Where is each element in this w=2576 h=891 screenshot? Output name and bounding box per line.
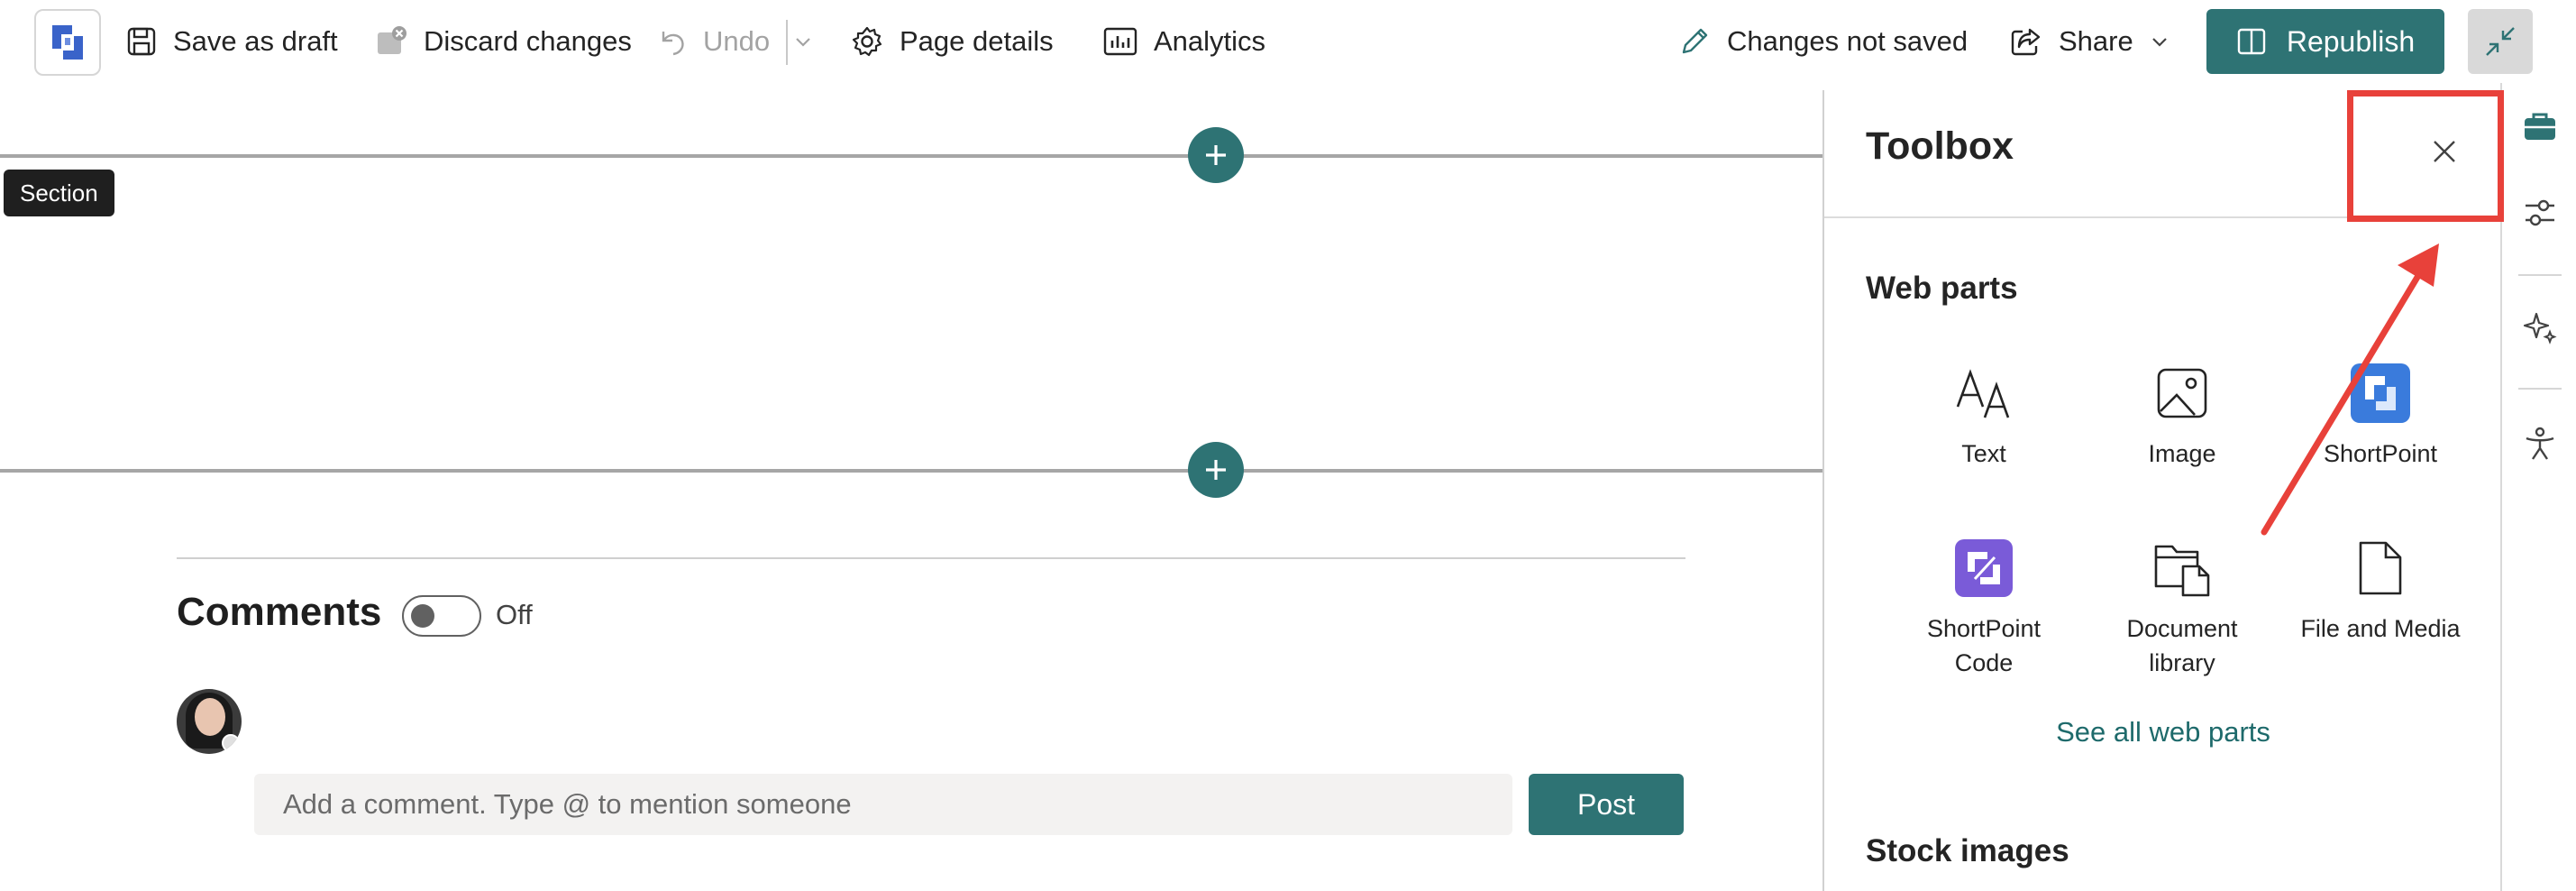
changes-status: Changes not saved xyxy=(1678,0,1968,83)
collapse-icon xyxy=(2486,27,2515,56)
annotation-highlight-box xyxy=(2347,90,2504,222)
add-section-button[interactable] xyxy=(1188,127,1244,183)
toolbox-title: Toolbox xyxy=(1866,124,2014,168)
rail-divider xyxy=(2518,388,2562,390)
page-details-label: Page details xyxy=(900,25,1054,57)
undo-dropdown-button[interactable] xyxy=(793,0,813,83)
analytics-button[interactable]: Analytics xyxy=(1103,0,1265,83)
republish-label: Republish xyxy=(2286,24,2416,58)
shortpoint-logo[interactable] xyxy=(34,9,101,76)
web-part-file-and-media[interactable]: File and Media xyxy=(2286,530,2475,646)
right-rail xyxy=(2500,83,2576,891)
changes-status-label: Changes not saved xyxy=(1727,25,1969,57)
page-canvas: Section xyxy=(0,83,1822,891)
presence-badge xyxy=(222,734,240,752)
rail-divider xyxy=(2518,274,2562,276)
web-part-label: Text xyxy=(1961,440,2006,467)
properties-tab[interactable] xyxy=(2502,195,2576,231)
file-icon xyxy=(2359,541,2402,595)
command-bar: Save as draft Discard changes Undo Page … xyxy=(0,0,2576,83)
plus-icon xyxy=(1206,460,1226,480)
analytics-label: Analytics xyxy=(1154,25,1266,57)
accessibility-tab[interactable] xyxy=(2502,426,2576,462)
share-icon xyxy=(2011,28,2041,56)
sparkle-icon xyxy=(2523,312,2557,344)
web-part-document-library[interactable]: Document library xyxy=(2087,530,2277,680)
post-button[interactable]: Post xyxy=(1529,774,1684,835)
discard-changes-button[interactable]: Discard changes xyxy=(375,0,632,83)
shortpoint-icon xyxy=(2351,363,2410,423)
discard-changes-label: Discard changes xyxy=(424,25,632,57)
accessibility-icon xyxy=(2526,427,2554,460)
pencil-icon xyxy=(1682,28,1708,54)
web-part-label: ShortPoint Code xyxy=(1926,615,2042,676)
collapse-button[interactable] xyxy=(2468,9,2533,74)
plus-icon xyxy=(1206,145,1226,165)
web-part-shortpoint-code[interactable]: ShortPoint Code xyxy=(1889,530,2078,680)
stock-images-heading: Stock images xyxy=(1866,833,2069,868)
section-divider xyxy=(0,469,1822,473)
comments-divider xyxy=(177,557,1685,559)
web-part-image[interactable]: Image xyxy=(2087,355,2277,471)
undo-button[interactable]: Undo xyxy=(656,0,770,83)
save-as-draft-button[interactable]: Save as draft xyxy=(126,0,338,83)
shortpoint-code-icon xyxy=(1955,539,2013,597)
web-part-label: File and Media xyxy=(2300,615,2461,642)
toolbox-tab[interactable] xyxy=(2502,110,2576,142)
toolbar-divider xyxy=(786,20,788,65)
shortpoint-logo-icon xyxy=(52,25,83,60)
chevron-down-icon xyxy=(2151,38,2167,47)
web-part-label: Document library xyxy=(2126,615,2238,676)
text-icon xyxy=(1956,369,2010,418)
discard-icon xyxy=(378,26,406,54)
analytics-icon xyxy=(1103,27,1137,56)
comments-toggle[interactable] xyxy=(402,595,481,637)
toggle-knob xyxy=(411,604,434,628)
save-icon xyxy=(127,27,156,56)
sliders-icon xyxy=(2526,199,2554,226)
web-part-shortpoint[interactable]: ShortPoint xyxy=(2286,355,2475,471)
section-tooltip: Section xyxy=(4,170,114,216)
republish-button[interactable]: Republish xyxy=(2206,9,2444,74)
share-button[interactable]: Share xyxy=(2010,0,2170,83)
save-as-draft-label: Save as draft xyxy=(173,25,338,57)
section-divider xyxy=(0,154,1822,158)
image-icon xyxy=(2157,368,2207,418)
page-details-button[interactable]: Page details xyxy=(851,0,1054,83)
book-icon xyxy=(2237,28,2266,55)
ai-tab[interactable] xyxy=(2502,308,2576,344)
comments-toggle-state: Off xyxy=(496,599,533,630)
briefcase-icon xyxy=(2525,113,2555,140)
document-library-icon xyxy=(2154,545,2210,597)
comment-placeholder: Add a comment. Type @ to mention someone xyxy=(283,788,852,820)
undo-icon xyxy=(662,32,684,56)
undo-label: Undo xyxy=(703,25,771,57)
chevron-down-icon xyxy=(796,38,810,47)
see-all-web-parts-link[interactable]: See all web parts xyxy=(1824,716,2502,749)
add-section-button[interactable] xyxy=(1188,442,1244,498)
comment-input[interactable]: Add a comment. Type @ to mention someone xyxy=(254,774,1512,835)
web-part-text[interactable]: Text xyxy=(1889,355,2078,471)
share-label: Share xyxy=(2059,25,2133,57)
web-parts-heading: Web parts xyxy=(1866,271,2018,306)
gear-icon xyxy=(852,26,882,57)
comments-title: Comments xyxy=(177,590,382,634)
avatar xyxy=(177,689,242,754)
web-part-label: Image xyxy=(2148,440,2216,467)
web-part-label: ShortPoint xyxy=(2323,440,2438,467)
